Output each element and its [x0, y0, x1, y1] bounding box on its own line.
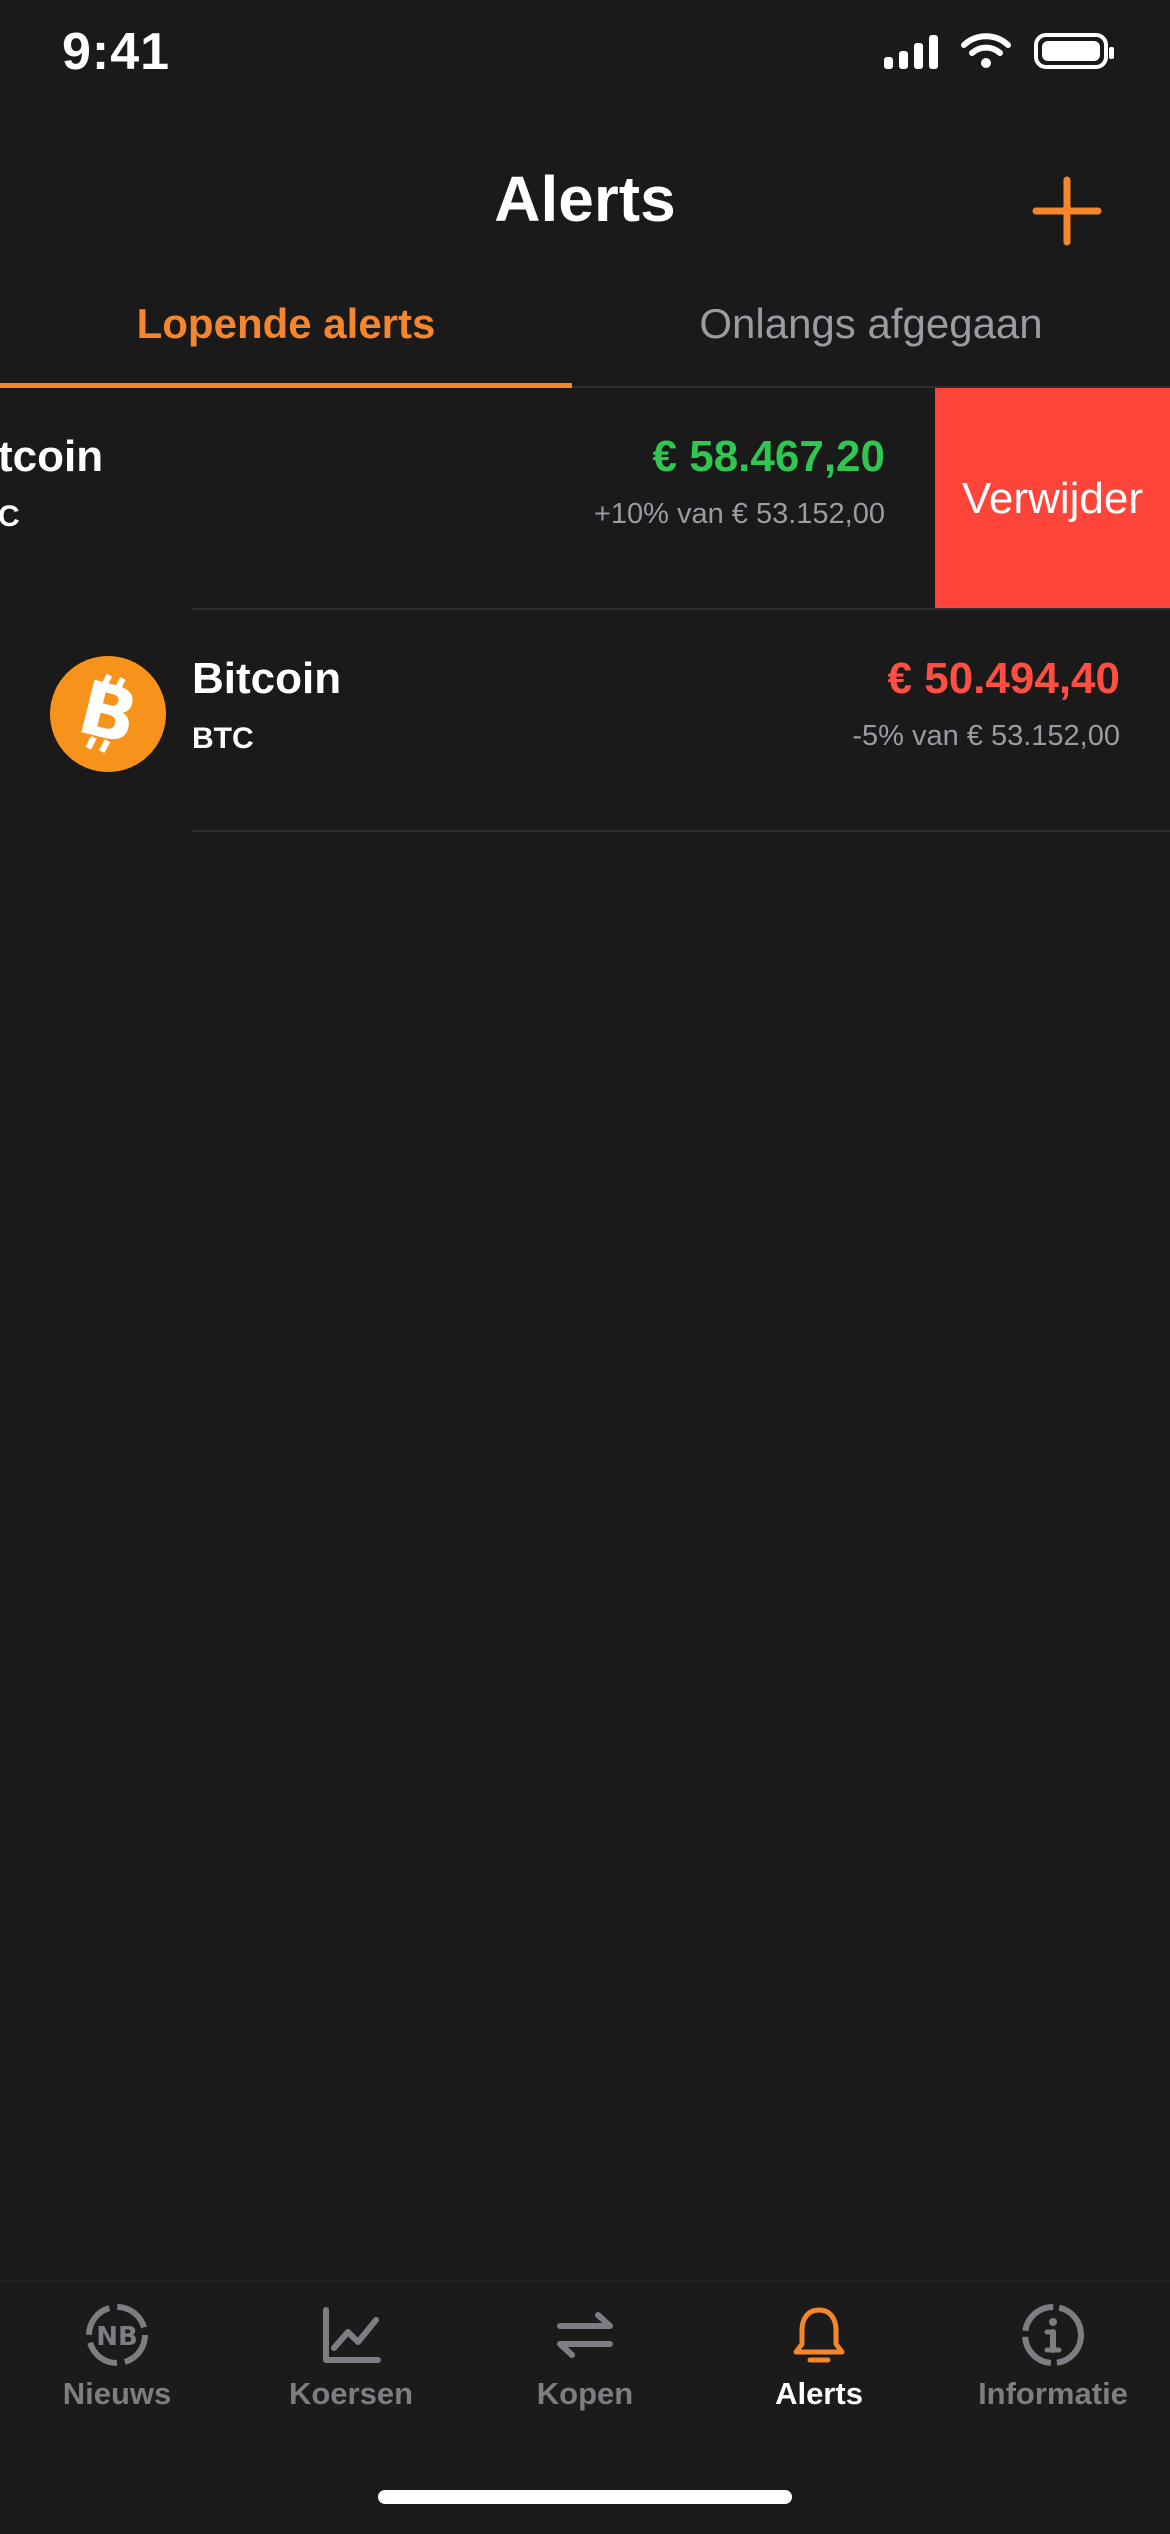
bitcoin-icon: B — [50, 656, 166, 772]
battery-icon — [1034, 33, 1114, 69]
tabbar-label: Informatie — [978, 2376, 1128, 2411]
tabbar-item-informatie[interactable]: Informatie — [936, 2302, 1170, 2412]
wifi-icon — [961, 33, 1011, 68]
svg-text:NB: NB — [96, 2322, 138, 2352]
tabbar-label: Alerts — [775, 2376, 863, 2411]
tab-lopende-alerts[interactable]: Lopende alerts — [0, 300, 572, 348]
alert-coin-name: Bitcoin — [192, 654, 342, 703]
cellular-signal-icon — [884, 33, 938, 69]
alert-coin-symbol: C — [0, 500, 20, 533]
alert-row-swiped[interactable]: tcoin C € 58.467,20 +10% van € 53.152,00… — [0, 388, 1170, 610]
swap-icon — [557, 2312, 613, 2358]
news-icon: NB — [86, 2304, 148, 2366]
alert-target-price: € 50.494,40 — [887, 654, 1120, 703]
alert-condition: -5% van € 53.152,00 — [852, 720, 1120, 752]
tab-onlangs-afgegaan[interactable]: Onlangs afgegaan — [572, 300, 1170, 348]
row-divider — [192, 830, 1170, 832]
tabbar-item-nieuws[interactable]: NB Nieuws — [0, 2302, 234, 2412]
page-title: Alerts — [494, 163, 676, 235]
status-time: 9:41 — [62, 23, 171, 81]
alert-condition: +10% van € 53.152,00 — [593, 498, 885, 530]
tabbar-label: Kopen — [536, 2376, 634, 2411]
bell-icon — [793, 2307, 845, 2363]
chart-icon — [323, 2307, 381, 2363]
info-icon — [1022, 2304, 1084, 2366]
tabbar-label: Koersen — [288, 2376, 414, 2411]
tabbar-label: Nieuws — [62, 2376, 172, 2411]
tabbar-item-koersen[interactable]: Koersen — [234, 2302, 468, 2412]
alert-target-price: € 58.467,20 — [652, 432, 885, 481]
alert-row[interactable]: B Bitcoin BTC € 50.494,40 -5% van € 53.1… — [0, 610, 1170, 832]
add-alert-button[interactable] — [1032, 176, 1102, 246]
delete-button[interactable]: Verwijder — [935, 388, 1170, 610]
status-bar: 9:41 — [0, 0, 1170, 110]
status-icons — [884, 32, 1114, 70]
tabbar-item-kopen[interactable]: Kopen — [468, 2302, 702, 2412]
home-indicator[interactable] — [378, 2490, 792, 2504]
plus-icon — [1032, 176, 1102, 246]
alert-coin-name: tcoin — [0, 432, 104, 481]
alert-coin-symbol: BTC — [192, 722, 254, 755]
tabbar-item-alerts[interactable]: Alerts — [702, 2302, 936, 2412]
segment-tabs: Lopende alerts Onlangs afgegaan — [0, 290, 1170, 388]
